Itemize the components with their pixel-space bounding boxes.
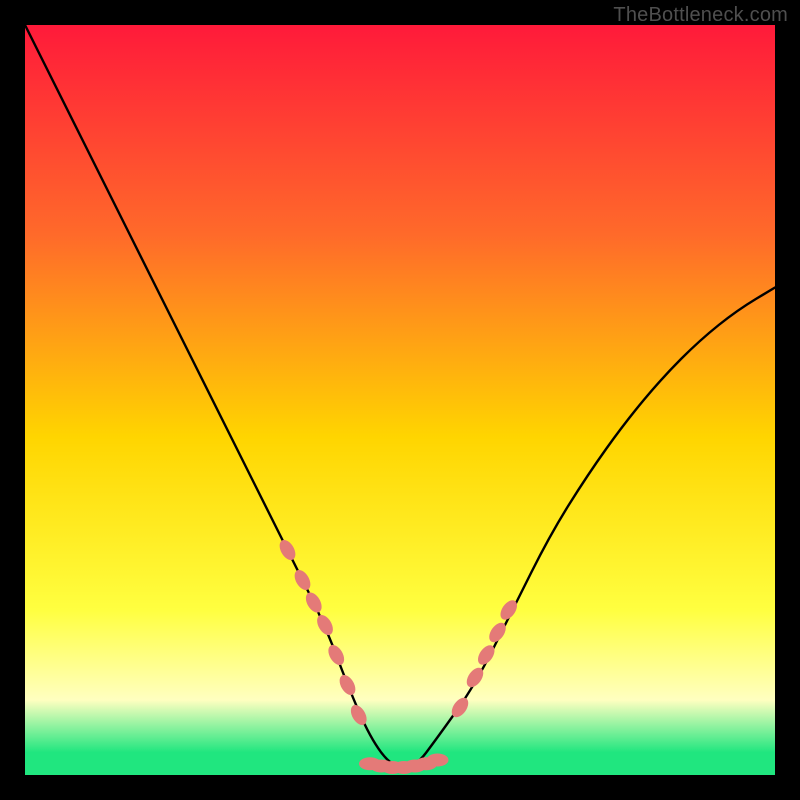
- watermark-text: TheBottleneck.com: [613, 4, 788, 27]
- plot-area: [25, 25, 775, 775]
- chart-frame: TheBottleneck.com: [0, 0, 800, 800]
- chart-svg: [25, 25, 775, 775]
- gradient-bg: [25, 25, 775, 775]
- data-marker: [427, 754, 449, 767]
